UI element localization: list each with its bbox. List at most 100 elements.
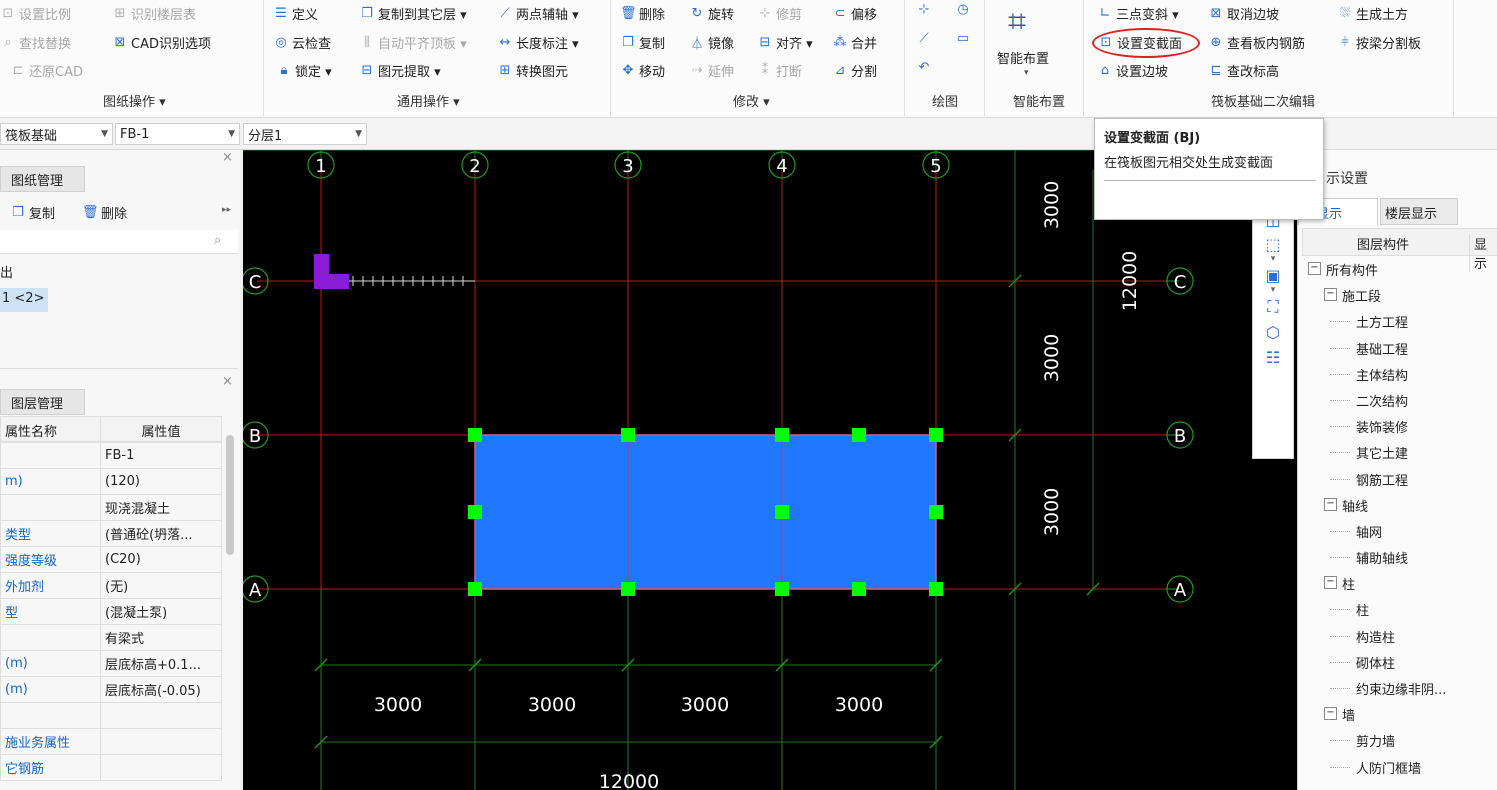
smart-layout-button[interactable]: 智能布置	[997, 48, 1049, 67]
break-button[interactable]: ⁑ 打断	[757, 61, 802, 80]
cube-solid-icon[interactable]: ▣	[1253, 266, 1293, 285]
property-value[interactable]: (C20)	[100, 546, 222, 573]
chevron-down-icon[interactable]: ▾	[1024, 68, 1029, 78]
delete-button[interactable]: 🗑︎ 删除	[620, 4, 665, 23]
drawing-search-input[interactable]	[0, 230, 238, 254]
tree-item[interactable]: 其它土建	[1302, 439, 1497, 465]
collapse-icon[interactable]: −	[1324, 576, 1337, 590]
group-label-drawing[interactable]: 图纸操作 ▾	[103, 91, 166, 110]
property-row[interactable]: m) (120)	[0, 468, 222, 495]
rotate-button[interactable]: ↻ 旋转	[689, 4, 734, 23]
property-value[interactable]: FB-1	[100, 442, 222, 469]
property-row[interactable]: FB-1	[0, 442, 222, 469]
restore-cad-button[interactable]: ⊏ 还原CAD	[10, 61, 83, 80]
tree-item[interactable]: 构造柱	[1302, 623, 1497, 649]
cad-drawing[interactable]: 1 2 3 4 5 C C B B A A 3000 3000 3000 3000 12000 3000 3000…	[243, 150, 1297, 790]
tab-layer-management[interactable]: 图层管理	[0, 389, 85, 415]
property-row[interactable]: (m) 层底标高+0.1...	[0, 650, 222, 677]
delete-drawing-button[interactable]: 🗑︎ 删除	[82, 203, 127, 222]
tree-item[interactable]: 柱	[1302, 596, 1497, 622]
settings-list-icon[interactable]: ☷	[1253, 348, 1293, 367]
tree-item[interactable]: − 柱	[1302, 570, 1497, 596]
property-value[interactable]: (120)	[100, 468, 222, 495]
line-draw-button[interactable]: ⟋	[916, 31, 932, 46]
smart-layout-icon[interactable]: ⌗	[1008, 2, 1026, 41]
property-value[interactable]: 层底标高(-0.05)	[100, 676, 222, 703]
rect-draw-button[interactable]: ▭	[955, 31, 971, 46]
copy-button[interactable]: ❐ 复制	[620, 33, 665, 52]
tree-item[interactable]: 人防门框墙	[1302, 754, 1497, 780]
trim-button[interactable]: ⊹ 修剪	[757, 4, 802, 23]
selected-drawing-item[interactable]: 1 <2>	[0, 288, 48, 312]
tree-item[interactable]: − 施工段	[1302, 282, 1497, 308]
property-value[interactable]	[100, 754, 222, 781]
property-row[interactable]: 型 (混凝土泵)	[0, 598, 222, 625]
arc-draw-button[interactable]: ◷	[955, 2, 971, 17]
length-dimension-button[interactable]: ↔ 长度标注 ▾	[497, 33, 579, 52]
scrollbar-thumb[interactable]	[226, 435, 234, 555]
lock-button[interactable]: 🔒︎ 锁定 ▾	[276, 61, 332, 80]
property-value[interactable]: (普通砼(坍落...	[100, 520, 222, 547]
search-icon[interactable]: ⌕	[214, 233, 221, 248]
property-value[interactable]	[100, 702, 222, 729]
tree-item[interactable]: − 所有构件	[1302, 256, 1497, 282]
property-value[interactable]: (无)	[100, 572, 222, 599]
generate-earthwork-button[interactable]: ⛆ 生成土方	[1337, 4, 1408, 23]
align-button[interactable]: ⊟ 对齐 ▾	[757, 33, 813, 52]
move-button[interactable]: ✥ 移动	[620, 61, 665, 80]
merge-button[interactable]: ⁂ 合并	[832, 33, 878, 52]
extract-element-button[interactable]: ⊟ 图元提取 ▾	[359, 61, 441, 80]
three-point-slope-button[interactable]: ∟ 三点变斜 ▾	[1097, 4, 1179, 23]
property-value[interactable]: 现浇混凝土	[100, 494, 222, 521]
property-row[interactable]: 它钢筋	[0, 754, 222, 781]
cancel-slope-button[interactable]: ⊠ 取消边坡	[1208, 4, 1279, 23]
cloud-check-button[interactable]: ◎ 云检查	[273, 33, 331, 52]
property-value[interactable]: 有梁式	[100, 624, 222, 651]
set-scale-button[interactable]: ⊡ 设置比例	[0, 4, 71, 23]
collapse-icon[interactable]: −	[1324, 707, 1337, 721]
collapse-icon[interactable]: −	[1324, 497, 1337, 511]
mirror-button[interactable]: ⏃ 镜像	[689, 33, 734, 52]
property-value[interactable]: 层底标高+0.1...	[100, 650, 222, 677]
tree-item[interactable]: 轴网	[1302, 518, 1497, 544]
more-icon[interactable]: ▸▸	[222, 205, 231, 215]
cube-icon[interactable]: ⬚	[1253, 235, 1293, 254]
property-value[interactable]: (混凝土泵)	[100, 598, 222, 625]
tree-item[interactable]: 剪力墙	[1302, 727, 1497, 753]
auto-flush-button[interactable]: ⫼ 自动平齐顶板 ▾	[359, 33, 467, 52]
close-icon[interactable]: ×	[222, 150, 233, 165]
offset-button[interactable]: ⊂ 偏移	[832, 4, 877, 23]
tree-item[interactable]: − 轴线	[1302, 492, 1497, 518]
tree-item[interactable]: 主体结构	[1302, 361, 1497, 387]
fit-view-icon[interactable]: ⛶	[1253, 297, 1293, 317]
tree-item[interactable]: 辅助轴线	[1302, 544, 1497, 570]
collapse-icon[interactable]: −	[1308, 262, 1321, 275]
property-row[interactable]: 有梁式	[0, 624, 222, 651]
chevron-down-icon[interactable]: ▾	[1253, 285, 1293, 295]
find-replace-button[interactable]: ⌕ 查找替换	[0, 33, 71, 52]
copy-drawing-button[interactable]: ❐ 复制	[10, 203, 55, 222]
tree-item[interactable]: − 墙	[1302, 701, 1497, 727]
box-view-icon[interactable]: ⬡	[1253, 323, 1293, 342]
property-row[interactable]: 施业务属性	[0, 728, 222, 755]
tree-item[interactable]: 砌体柱	[1302, 649, 1497, 675]
layer-select[interactable]: 分层1 ▼	[243, 123, 367, 145]
property-row[interactable]	[0, 702, 222, 729]
split-by-beam-button[interactable]: ⫩ 按梁分割板	[1337, 33, 1421, 52]
tab-drawing-management[interactable]: 图纸管理	[0, 166, 85, 192]
view-slab-rebar-button[interactable]: ⊕ 查看板内钢筋	[1208, 33, 1305, 52]
chevron-down-icon[interactable]: ▾	[1253, 254, 1293, 264]
extend-button[interactable]: ⇢ 延伸	[689, 61, 734, 80]
two-point-axis-button[interactable]: ⟋ 两点辅轴 ▾	[497, 4, 578, 23]
drawing-canvas[interactable]: 1 2 3 4 5 C C B B A A 3000 3000 3000 3000 12000 3000 3000…	[243, 150, 1297, 790]
element-name-select[interactable]: FB-1 ▼	[115, 123, 240, 145]
split-button[interactable]: ⊿ 分割	[832, 61, 877, 80]
cad-options-button[interactable]: ⊠ CAD识别选项	[112, 33, 211, 52]
group-label-general[interactable]: 通用操作 ▾	[397, 91, 460, 110]
property-row[interactable]: 外加剂 (无)	[0, 572, 222, 599]
property-row[interactable]: 强度等级 (C20)	[0, 546, 222, 573]
set-slope-button[interactable]: ⌂ 设置边坡	[1097, 61, 1168, 80]
tree-item[interactable]: 土方工程	[1302, 308, 1497, 334]
drawing-tree-item[interactable]: 出	[0, 262, 13, 281]
define-button[interactable]: ☰ 定义	[273, 4, 318, 23]
